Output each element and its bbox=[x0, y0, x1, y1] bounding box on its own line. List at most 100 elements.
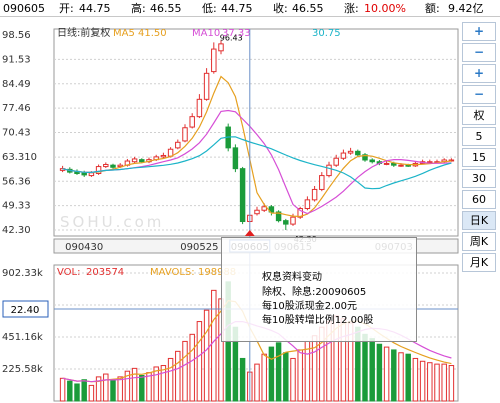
ex-rights-event-marker bbox=[244, 230, 255, 236]
high-label: 高: bbox=[131, 2, 146, 15]
open-value: 44.75 bbox=[79, 2, 111, 15]
candle-body bbox=[160, 154, 167, 158]
candle-body bbox=[139, 159, 145, 163]
volume-bar bbox=[369, 338, 375, 402]
price-tick-label: 91.53 bbox=[2, 54, 31, 65]
volume-bar bbox=[74, 383, 80, 402]
period-daily-button[interactable]: 日K bbox=[462, 211, 496, 230]
volume-bar bbox=[268, 346, 275, 402]
price-tick-label: 42.30 bbox=[2, 225, 31, 236]
period-5min-button[interactable]: 5 bbox=[462, 127, 496, 146]
candle-body bbox=[340, 152, 347, 159]
mode-label: 日线:前复权 bbox=[57, 26, 110, 39]
volume-bar bbox=[175, 350, 181, 402]
volume-bar bbox=[362, 333, 368, 402]
high-value: 46.55 bbox=[150, 2, 182, 15]
volume-bar bbox=[311, 335, 318, 402]
low-value: 44.75 bbox=[221, 2, 253, 15]
volume-bar bbox=[203, 309, 210, 402]
candle-body bbox=[81, 172, 87, 176]
candle-body bbox=[88, 172, 95, 177]
volume-bar bbox=[196, 321, 203, 402]
volume-bar bbox=[110, 379, 116, 402]
period-15min-button[interactable]: 15 bbox=[462, 148, 496, 167]
candle-body bbox=[347, 150, 354, 154]
candle-body bbox=[196, 98, 203, 118]
volume-tick-label: 451.16k bbox=[2, 332, 43, 343]
watermark: SOHU.com bbox=[60, 213, 164, 231]
stock-chart-app: 090605 开: 44.75 高: 46.55 低: 44.75 收: 46.… bbox=[0, 0, 500, 403]
volume-bar bbox=[383, 346, 390, 402]
shrink-icon[interactable]: − bbox=[462, 85, 496, 104]
tooltip-line: 每10股转增比例12.00股 bbox=[262, 315, 374, 326]
rights-adjust-button[interactable]: 权 bbox=[462, 106, 496, 125]
volume-bar bbox=[448, 365, 455, 402]
ma5-line bbox=[62, 75, 452, 218]
volume-bar bbox=[254, 363, 260, 402]
volume-bar bbox=[182, 340, 188, 402]
candle-body bbox=[369, 159, 375, 163]
period-weekly-button[interactable]: 周K bbox=[462, 232, 496, 251]
price-tick-label: 84.49 bbox=[2, 79, 31, 90]
mavol-label: MAVOLS: bbox=[150, 267, 195, 278]
period-monthly-button[interactable]: 月K bbox=[462, 253, 496, 272]
volume-tick-label: 225.58k bbox=[2, 364, 43, 375]
volume-tick-label: 902.33k bbox=[2, 268, 43, 279]
candle-body bbox=[405, 164, 411, 167]
volume-bar bbox=[146, 372, 152, 402]
ma5-value: 41.50 bbox=[138, 28, 167, 39]
candle-body bbox=[211, 48, 217, 73]
candle-body bbox=[254, 209, 260, 215]
volume-bar bbox=[412, 357, 419, 402]
price-tick-label: 56.36 bbox=[2, 176, 31, 187]
ex-rights-tooltip: 权息资料变动 除权、除息:20090605 每10股派现金2.00元 每10股转… bbox=[221, 237, 417, 342]
kline-chart[interactable]: SOHU.com 98.56 91.53 84.49 77.46 70.43 63.310… bbox=[0, 17, 460, 403]
candle-body bbox=[290, 216, 296, 225]
volume-bar bbox=[391, 349, 397, 402]
period-30min-button[interactable]: 30 bbox=[462, 169, 496, 188]
price-tick-label: 77.46 bbox=[2, 103, 31, 114]
period-60min-button[interactable]: 60 bbox=[462, 190, 496, 209]
moving-averages bbox=[62, 75, 452, 218]
candle-body bbox=[326, 164, 332, 177]
zoom-out-icon[interactable]: − bbox=[462, 43, 496, 62]
candle-body bbox=[131, 158, 138, 163]
price-tick-label: 70.43 bbox=[2, 128, 31, 139]
candle-body bbox=[383, 162, 390, 165]
volume-bar bbox=[427, 362, 433, 402]
tooltip-line: 除权、除息:20090605 bbox=[262, 287, 367, 298]
zoom-in-icon[interactable]: + bbox=[462, 22, 496, 41]
ma10-label: MA10 bbox=[192, 28, 220, 39]
volume-bar bbox=[434, 363, 440, 402]
volume-bar bbox=[290, 357, 296, 402]
volume-bar bbox=[81, 379, 87, 402]
volume-bar bbox=[59, 377, 66, 402]
candle-body bbox=[218, 43, 224, 52]
low-label: 低: bbox=[202, 2, 217, 15]
volume-bar bbox=[405, 353, 411, 402]
candle-body bbox=[391, 162, 397, 166]
change-value: 10.00% bbox=[364, 2, 406, 15]
volume-bar bbox=[211, 289, 217, 402]
ma5-label: MA5 bbox=[113, 28, 135, 39]
volume-bar bbox=[261, 353, 267, 402]
watermark-text: SOHU.com bbox=[60, 213, 164, 231]
volume-bar bbox=[283, 352, 289, 402]
candle-body bbox=[189, 116, 195, 128]
candle-body bbox=[232, 147, 239, 170]
price-tick-label: 49.33 bbox=[2, 201, 31, 212]
stock-code: 090605 bbox=[3, 2, 45, 15]
candle-body bbox=[203, 72, 210, 100]
volume-bar bbox=[88, 384, 95, 402]
candle-body bbox=[311, 188, 318, 201]
volume-bar bbox=[441, 363, 447, 402]
candle-body bbox=[283, 220, 289, 225]
volume-bar bbox=[304, 340, 311, 402]
ma10-value: 37.33 bbox=[222, 28, 251, 39]
expand-icon[interactable]: + bbox=[462, 64, 496, 83]
amount-label: 额: bbox=[425, 2, 440, 15]
amount-value: 9.42亿 bbox=[448, 2, 484, 15]
candle-body bbox=[355, 150, 361, 156]
vol-label: VOL: bbox=[57, 267, 80, 278]
price-legend: 日线:前复权 MA5 41.50 MA10 37.33 30.75 bbox=[57, 26, 341, 39]
